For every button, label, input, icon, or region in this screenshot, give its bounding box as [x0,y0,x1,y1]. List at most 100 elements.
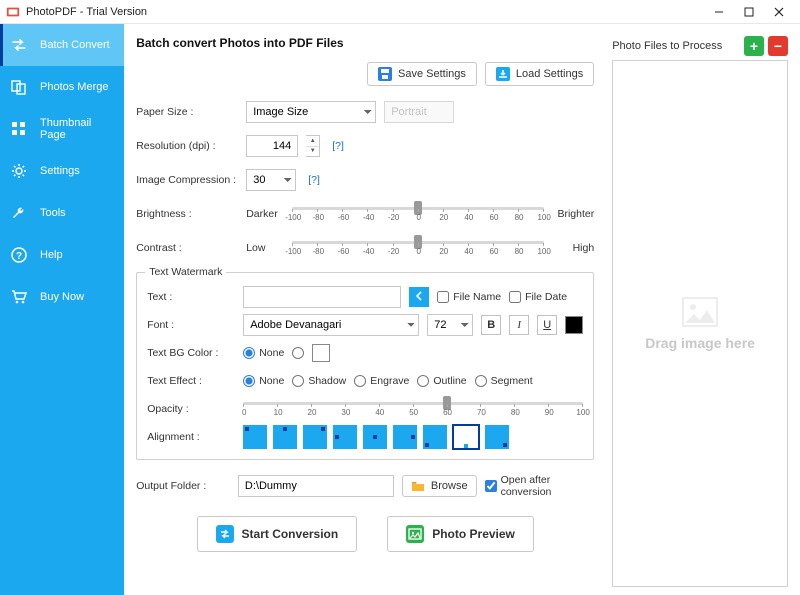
save-settings-button[interactable]: Save Settings [367,62,477,86]
sidebar-item-help[interactable]: ? Help [0,234,124,276]
align-cell-4[interactable] [363,425,387,449]
wm-font-label: Font : [147,319,235,331]
alignment-label: Alignment : [147,431,235,443]
brightness-slider[interactable]: -100-80-60-40-20020406080100 [292,201,544,227]
compression-select[interactable]: 30 [246,169,296,191]
preview-icon [406,525,424,543]
sidebar-item-buy-now[interactable]: Buy Now [0,276,124,318]
paper-size-label: Paper Size : [136,106,238,118]
sidebar-item-photos-merge[interactable]: Photos Merge [0,66,124,108]
sidebar-label: Tools [40,207,66,219]
page-title: Batch convert Photos into PDF Files [136,36,594,50]
minus-icon: − [774,38,782,54]
contrast-label: Contrast : [136,242,238,254]
image-placeholder-icon [682,297,718,327]
contrast-slider[interactable]: -100-80-60-40-20020406080100 [292,235,544,261]
main-panel: Batch convert Photos into PDF Files Save… [124,24,608,595]
align-cell-0[interactable] [243,425,267,449]
brightness-label: Brightness : [136,208,238,220]
wm-text-input[interactable] [243,286,401,308]
help-icon: ? [10,246,28,264]
sidebar-label: Batch Convert [40,39,110,51]
font-color-swatch[interactable] [565,316,583,334]
gear-icon [10,162,28,180]
align-cell-5[interactable] [393,425,417,449]
app-logo-icon [6,5,20,19]
filedate-checkbox[interactable]: File Date [509,291,567,303]
underline-button[interactable]: U [537,315,557,335]
align-cell-7[interactable] [453,425,479,449]
wm-text-label: Text : [147,291,235,303]
resolution-label: Resolution (dpi) : [136,140,238,152]
load-settings-button[interactable]: Load Settings [485,62,594,86]
plus-icon: + [750,38,758,54]
right-panel: Photo Files to Process + − Drag image he… [608,24,800,595]
photo-preview-button[interactable]: Photo Preview [387,516,534,552]
arrow-left-icon [414,291,424,304]
open-after-checkbox[interactable]: Open after conversion [485,474,595,498]
bgcolor-swatch[interactable] [312,344,330,362]
remove-file-button[interactable]: − [768,36,788,56]
align-cell-8[interactable] [485,425,509,449]
effect-shadow-radio[interactable]: Shadow [292,375,346,387]
sidebar-item-thumbnail-page[interactable]: Thumbnail Page [0,108,124,150]
sidebar-label: Thumbnail Page [40,117,114,141]
font-family-select[interactable]: Adobe Devanagari [243,314,419,336]
orientation-select: Portrait [384,101,454,123]
convert-icon [216,525,234,543]
effect-none-radio[interactable]: None [243,375,284,387]
drop-hint: Drag image here [645,335,755,351]
resolution-input[interactable] [246,135,298,157]
minimize-button[interactable] [704,1,734,23]
effect-outline-radio[interactable]: Outline [417,375,466,387]
effect-engrave-radio[interactable]: Engrave [354,375,409,387]
align-cell-2[interactable] [303,425,327,449]
watermark-title: Text Watermark [145,266,226,278]
output-folder-input[interactable] [238,475,394,497]
filename-checkbox[interactable]: File Name [437,291,501,303]
sidebar-label: Photos Merge [40,81,108,93]
resolution-spinner[interactable]: ▲▼ [306,135,320,157]
maximize-button[interactable] [734,1,764,23]
effect-segment-radio[interactable]: Segment [475,375,533,387]
bgcolor-color-radio[interactable] [292,347,304,359]
wm-text-picker-button[interactable] [409,287,429,307]
paper-size-select[interactable]: Image Size [246,101,376,123]
wrench-icon [10,204,28,222]
wm-bgcolor-label: Text BG Color : [147,347,235,359]
bgcolor-none-radio[interactable]: None [243,347,284,359]
drop-zone[interactable]: Drag image here [612,60,788,587]
start-conversion-button[interactable]: Start Conversion [197,516,358,552]
sidebar-item-settings[interactable]: Settings [0,150,124,192]
bold-icon: B [487,319,495,331]
opacity-slider[interactable]: 0102030405060708090100 [243,396,583,422]
swap-icon [10,36,28,54]
resolution-help-link[interactable]: [?] [332,140,344,152]
titlebar: PhotoPDF - Trial Version [0,0,800,24]
italic-button[interactable]: I [509,315,529,335]
grid-icon [10,120,28,138]
align-cell-1[interactable] [273,425,297,449]
compression-help-link[interactable]: [?] [308,174,320,186]
align-cell-3[interactable] [333,425,357,449]
align-cell-6[interactable] [423,425,447,449]
italic-icon: I [517,319,521,331]
cart-icon [10,288,28,306]
contrast-min-label: Low [246,242,286,254]
sidebar: Batch Convert Photos Merge Thumbnail Pag… [0,24,124,595]
bold-button[interactable]: B [481,315,501,335]
sidebar-item-tools[interactable]: Tools [0,192,124,234]
contrast-max-label: High [550,242,594,254]
brightness-min-label: Darker [246,208,286,220]
save-icon [378,67,392,81]
wm-effect-label: Text Effect : [147,375,235,387]
browse-button[interactable]: Browse [402,475,477,497]
add-file-button[interactable]: + [744,36,764,56]
font-size-select[interactable]: 72 [427,314,473,336]
sidebar-label: Settings [40,165,80,177]
sidebar-item-batch-convert[interactable]: Batch Convert [0,24,124,66]
watermark-group: Text Watermark Text : File Name File Dat… [136,272,594,460]
load-icon [496,67,510,81]
close-button[interactable] [764,1,794,23]
sidebar-label: Help [40,249,63,261]
